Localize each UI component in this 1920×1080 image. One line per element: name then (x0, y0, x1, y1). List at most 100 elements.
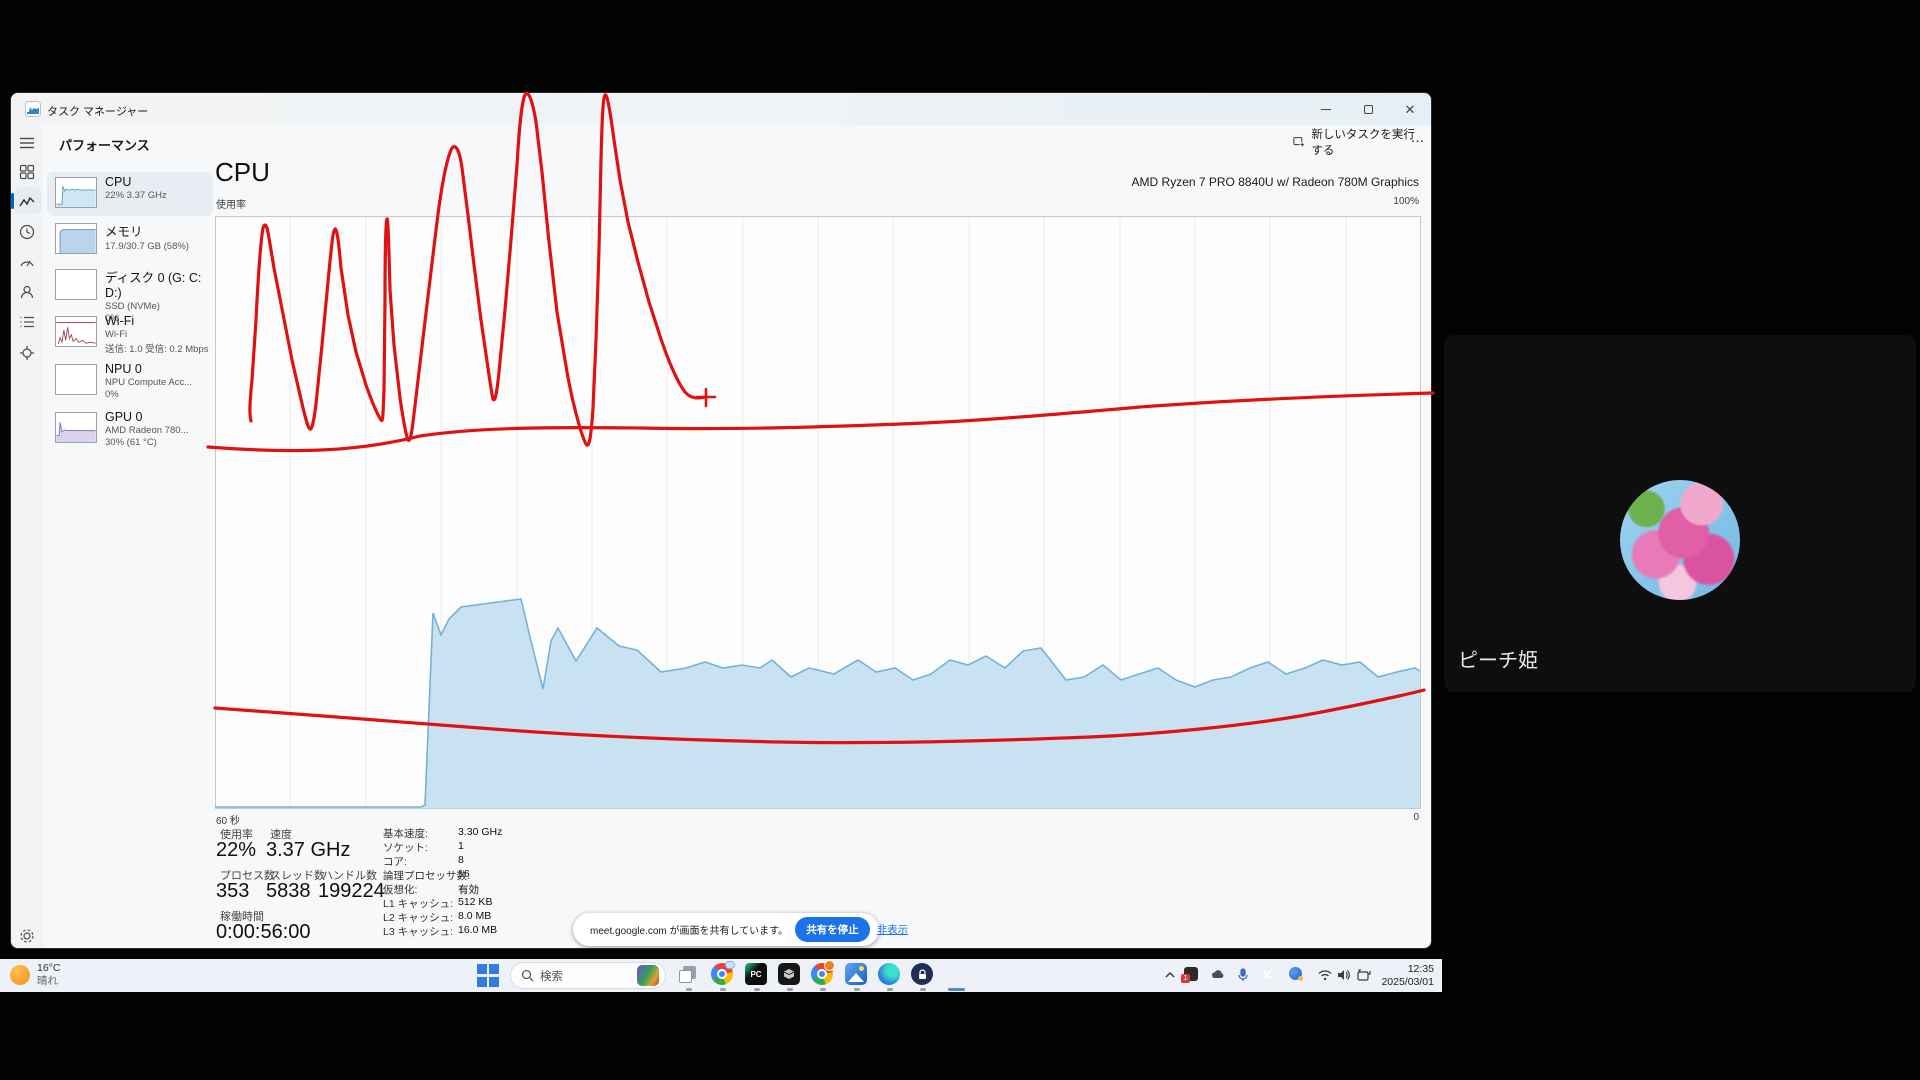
gpu-mini-graph (55, 412, 97, 443)
stat-value: 8 (458, 854, 464, 866)
participant-name: ピーチ姫 (1458, 644, 1538, 673)
start-icon (477, 964, 487, 974)
minimize-icon (1321, 109, 1331, 110)
x-icon[interactable] (1259, 967, 1275, 983)
search-icon (521, 969, 534, 982)
wifi-icon[interactable] (1317, 967, 1333, 983)
weather-condition: 晴れ (37, 975, 60, 988)
sidebar-item-detail: 22% 3.37 GHz (105, 190, 167, 201)
search-highlight-image[interactable] (637, 965, 659, 986)
stop-sharing-button[interactable]: 共有を停止 (795, 917, 870, 942)
sidebar-item-name: GPU 0 (105, 410, 188, 424)
sidebar-item-detail2: 送信: 1.0 受信: 0.2 Mbps (105, 341, 208, 355)
participant-avatar (1620, 480, 1740, 600)
settings-gear-icon[interactable] (18, 927, 36, 945)
stat-value: 3.37 GHz (266, 839, 350, 862)
stat-value: 0:00:56:00 (216, 921, 311, 944)
sidebar-item-detail2: 0% (105, 389, 192, 400)
startup-apps-icon[interactable] (18, 253, 36, 271)
maximize-button[interactable] (1347, 93, 1389, 125)
task-manager-app-icon (25, 101, 41, 117)
screen: タスク マネージャー ✕ パフォーマンス 新しいタスクを実行する … (0, 0, 1920, 1080)
sidebar-item-disk[interactable]: ディスク 0 (G: C: D:)SSD (NVMe)0% (47, 264, 213, 308)
sidebar-item-cpu[interactable]: CPU22% 3.37 GHz (47, 172, 213, 216)
speaker-icon[interactable] (1336, 967, 1352, 983)
sidebar-item-detail: Wi-Fi (105, 329, 208, 340)
photos-icon (845, 963, 867, 985)
chrome-profile2-button[interactable] (811, 963, 835, 987)
stat-label: 仮想化: (383, 882, 417, 897)
microphone-icon[interactable] (1235, 967, 1251, 983)
photos-button[interactable] (845, 963, 869, 987)
stat-label: コア: (383, 854, 407, 869)
orange-badge-icon (824, 960, 835, 971)
window-title: タスク マネージャー (47, 103, 148, 119)
services-icon[interactable] (18, 344, 36, 362)
stat-value: 8.0 MB (458, 910, 491, 922)
details-icon[interactable] (18, 313, 36, 331)
cpu-usage-chart (215, 216, 1421, 809)
start-button[interactable] (477, 964, 501, 988)
menu-icon[interactable] (18, 134, 36, 152)
processes-icon[interactable] (18, 163, 36, 181)
sidebar-item-gpu[interactable]: GPU 0AMD Radeon 780...30% (61 °C) (47, 407, 213, 451)
stat-value: 3.30 GHz (458, 826, 502, 838)
title-bar[interactable]: タスク マネージャー ✕ (11, 93, 1431, 125)
app-history-icon[interactable] (18, 223, 36, 241)
stat-label: 基本速度: (383, 826, 428, 841)
minimize-button[interactable] (1305, 93, 1347, 125)
close-button[interactable]: ✕ (1389, 93, 1431, 125)
stat-value: 16 (458, 868, 470, 880)
search-input[interactable]: 検索 (510, 962, 666, 989)
sidebar-item-detail2: 30% (61 °C) (105, 437, 188, 448)
more-options-button[interactable]: … (1406, 129, 1430, 155)
sidebar-item-name: NPU 0 (105, 362, 192, 376)
notification-app-icon[interactable]: 1 (1184, 967, 1200, 983)
nav-accent-bar (11, 193, 14, 209)
performance-icon[interactable] (18, 193, 36, 211)
weather-widget[interactable]: 16°C晴れ (10, 962, 60, 988)
weather-temp: 16°C (37, 962, 60, 975)
taskbar-clock[interactable]: 12:35 2025/03/01 (1381, 963, 1434, 989)
stat-value: 有効 (458, 882, 479, 897)
blue-orb-icon[interactable] (1289, 967, 1305, 983)
pycharm-icon: PC (745, 963, 767, 985)
sidebar-item-memory[interactable]: メモリ17.9/30.7 GB (58%) (47, 218, 213, 262)
edge-icon (878, 963, 900, 985)
clock-date: 2025/03/01 (1381, 976, 1434, 989)
keepass-button[interactable] (911, 963, 935, 987)
pycharm-button[interactable]: PC (745, 963, 769, 987)
page-title-cpu: CPU (215, 157, 270, 188)
new-task-icon (1293, 135, 1305, 149)
padlock-icon (911, 963, 933, 985)
stat-label: L3 キャッシュ: (383, 924, 453, 939)
clock-time: 12:35 (1381, 963, 1434, 976)
users-icon[interactable] (18, 283, 36, 301)
disk-mini-graph (55, 269, 97, 300)
sidebar-item-wifi[interactable]: Wi-FiWi-Fi送信: 1.0 受信: 0.2 Mbps (47, 311, 213, 355)
chevron-up-icon[interactable] (1162, 967, 1178, 983)
stat-value: 5838 (266, 880, 311, 903)
sidebar-item-npu[interactable]: NPU 0NPU Compute Acc...0% (47, 359, 213, 403)
edge-button[interactable] (878, 963, 902, 987)
dark-app-button[interactable] (778, 963, 802, 987)
wifi-mini-graph (55, 316, 97, 347)
stat-label: L2 キャッシュ: (383, 910, 453, 925)
stat-value: 512 KB (458, 896, 492, 908)
sidebar-item-name: CPU (105, 175, 167, 189)
search-placeholder: 検索 (540, 968, 631, 984)
nav-rail (11, 125, 43, 948)
npu-mini-graph (55, 364, 97, 395)
task-view-button[interactable] (677, 963, 701, 987)
sidebar-item-name: ディスク 0 (G: C: D:) (105, 267, 213, 300)
cloud-icon[interactable] (1210, 967, 1226, 983)
stat-label: ソケット: (383, 840, 428, 855)
tab-performance[interactable]: パフォーマンス (59, 135, 150, 154)
stat-value: 1 (458, 840, 464, 852)
hide-link[interactable]: 非表示 (877, 922, 909, 937)
maximize-icon (1364, 105, 1373, 114)
stat-value: 16.0 MB (458, 924, 497, 936)
meet-share-bar[interactable]: meet.google.com が画面を共有しています。 共有を停止 非表示 (573, 913, 879, 946)
chrome-button[interactable] (711, 963, 735, 987)
ime-language-icon[interactable] (1356, 967, 1372, 983)
